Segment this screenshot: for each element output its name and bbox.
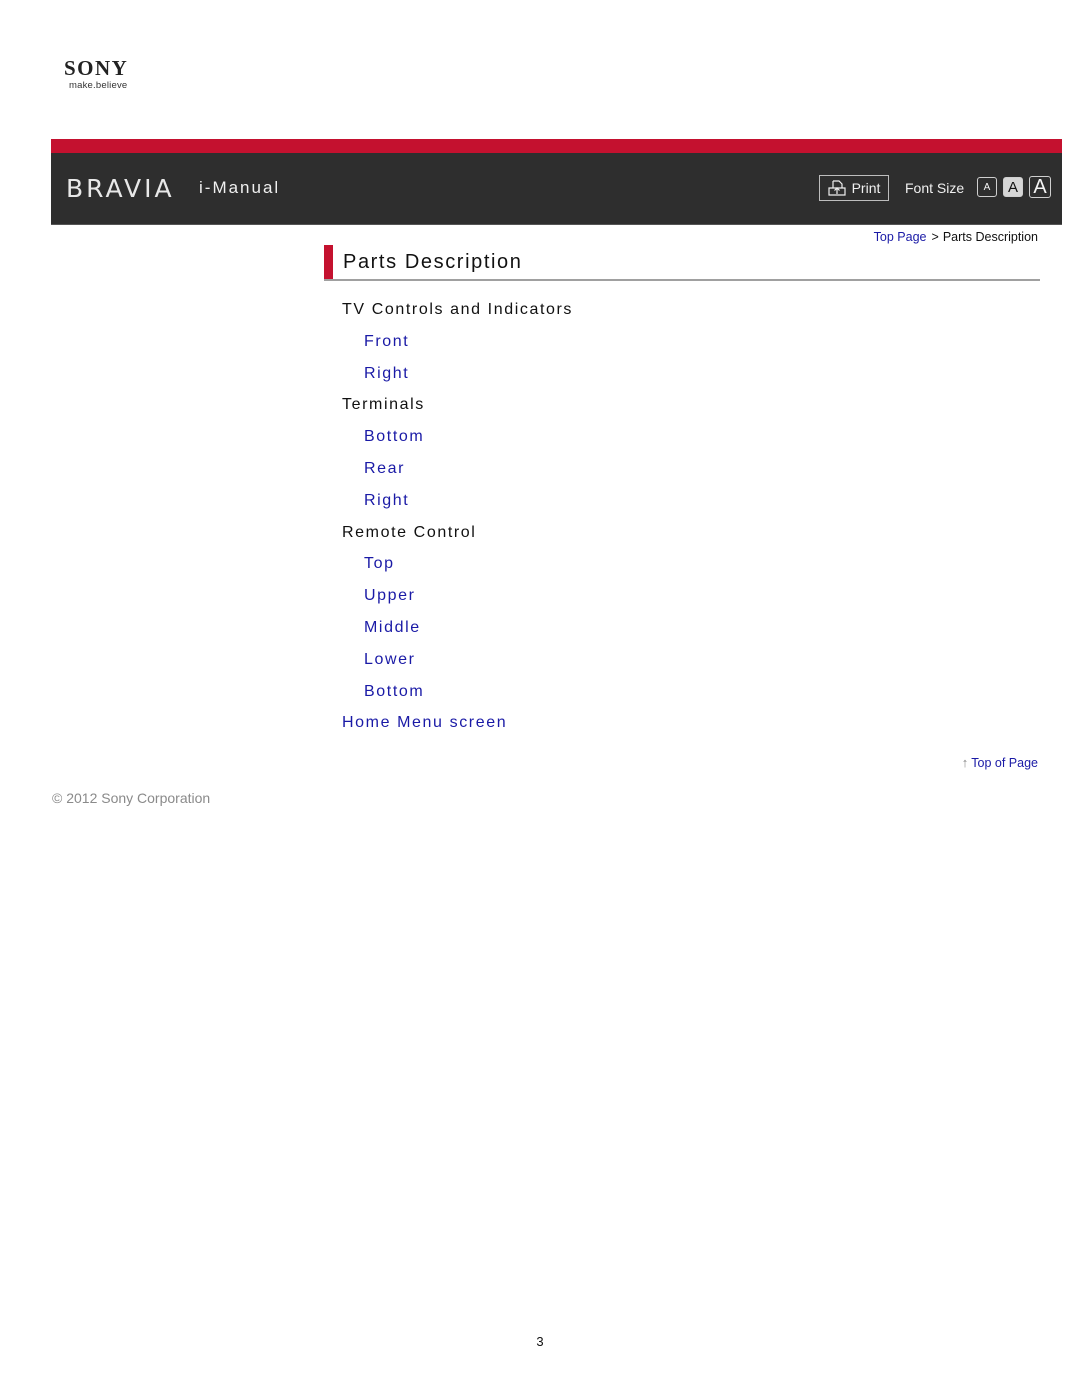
print-label: Print xyxy=(851,180,881,196)
top-of-page: ↑ Top of Page xyxy=(962,755,1038,770)
link-tv-controls-right[interactable]: Right xyxy=(364,365,409,382)
table-of-contents: TV Controls and Indicators Front Right T… xyxy=(342,300,573,745)
page-number: 3 xyxy=(536,1334,544,1349)
link-terminals-bottom[interactable]: Bottom xyxy=(364,428,424,445)
breadcrumb-current: Parts Description xyxy=(942,230,1038,244)
link-home-menu-screen[interactable]: Home Menu screen xyxy=(342,714,507,731)
link-remote-upper[interactable]: Upper xyxy=(364,587,416,604)
breadcrumb-separator: > xyxy=(931,230,939,244)
page-title-block: Parts Description xyxy=(324,245,1040,281)
link-terminals-rear[interactable]: Rear xyxy=(364,460,405,477)
font-size-small-button[interactable]: A xyxy=(977,177,997,197)
print-icon xyxy=(827,180,846,196)
header-bar: BRAVIA i-Manual Print Font Size A A A xyxy=(51,139,1062,225)
link-remote-middle[interactable]: Middle xyxy=(364,619,421,636)
copyright: © 2012 Sony Corporation xyxy=(52,790,211,806)
top-of-page-link[interactable]: Top of Page xyxy=(971,756,1038,770)
sony-tagline: make.believe xyxy=(69,80,128,91)
link-remote-lower[interactable]: Lower xyxy=(364,651,416,668)
font-size-large-button[interactable]: A xyxy=(1029,176,1051,198)
link-remote-top[interactable]: Top xyxy=(364,555,395,572)
section-heading-remote-control: Remote Control xyxy=(342,523,477,541)
page-title: Parts Description xyxy=(343,251,523,273)
app-title: i-Manual xyxy=(199,178,281,197)
section-heading-terminals: Terminals xyxy=(342,396,425,414)
arrow-up-icon: ↑ xyxy=(961,755,969,770)
bravia-logo: BRAVIA xyxy=(66,174,175,203)
header-accent-stripe xyxy=(51,139,1062,153)
breadcrumb: Top Page > Parts Description xyxy=(874,230,1038,244)
font-size-label: Font Size xyxy=(905,180,965,196)
font-size-medium-button[interactable]: A xyxy=(1003,177,1023,197)
sony-logo: SONY make.believe xyxy=(64,56,154,92)
breadcrumb-top-page-link[interactable]: Top Page xyxy=(874,230,927,244)
title-accent-bar xyxy=(324,245,333,279)
print-button[interactable]: Print xyxy=(819,175,889,201)
link-terminals-right[interactable]: Right xyxy=(364,492,409,509)
header-main: BRAVIA i-Manual Print Font Size A A A xyxy=(51,153,1062,225)
link-tv-controls-front[interactable]: Front xyxy=(364,333,409,350)
section-heading-tv-controls: TV Controls and Indicators xyxy=(342,301,574,318)
link-remote-bottom[interactable]: Bottom xyxy=(364,683,424,700)
sony-wordmark: SONY xyxy=(64,56,129,80)
